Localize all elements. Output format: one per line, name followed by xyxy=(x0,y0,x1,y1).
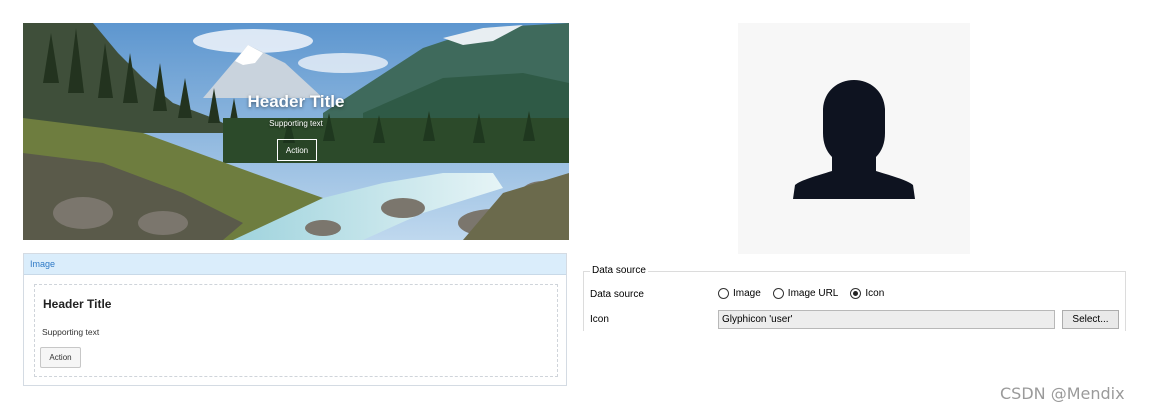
structure-action-button[interactable]: Action xyxy=(40,347,81,368)
data-source-radio-group: Image Image URL Icon xyxy=(718,288,896,299)
hero-action-button[interactable]: Action xyxy=(277,139,317,161)
radio-option-icon[interactable]: Icon xyxy=(850,288,884,299)
radio-icon[interactable] xyxy=(850,288,862,299)
hero-title: Header Title xyxy=(247,92,345,111)
structure-header-label[interactable]: Image xyxy=(24,254,566,275)
radio-image-label: Image xyxy=(733,288,761,299)
structure-title: Header Title xyxy=(43,297,112,311)
icon-value-field[interactable]: Glyphicon 'user' xyxy=(718,310,1055,329)
radio-image-url-label: Image URL xyxy=(787,288,839,299)
radio-option-image[interactable]: Image xyxy=(718,288,761,299)
landscape-background-image xyxy=(23,23,569,240)
data-source-legend: Data source xyxy=(590,265,648,276)
radio-option-image-url[interactable]: Image URL xyxy=(772,288,839,299)
radio-icon-label: Icon xyxy=(865,288,885,299)
hero-subtitle: Supporting text xyxy=(269,119,323,128)
data-source-group: Data source Data source Image Image URL … xyxy=(583,265,1126,331)
icon-label: Icon xyxy=(590,314,609,325)
radio-image-url[interactable] xyxy=(772,288,784,299)
structure-dropzone[interactable]: Header Title Supporting text Action xyxy=(34,284,558,377)
select-icon-button[interactable]: Select... xyxy=(1062,310,1119,329)
user-icon xyxy=(793,80,915,199)
avatar-placeholder xyxy=(738,23,970,254)
radio-image[interactable] xyxy=(718,288,729,299)
hero-card: Header Title Supporting text Action xyxy=(23,23,569,240)
watermark-text: CSDN @Mendix xyxy=(1000,384,1125,403)
structure-subtitle: Supporting text xyxy=(42,327,100,337)
data-source-label: Data source xyxy=(590,289,644,300)
image-structure-panel: Image Header Title Supporting text Actio… xyxy=(23,253,567,386)
